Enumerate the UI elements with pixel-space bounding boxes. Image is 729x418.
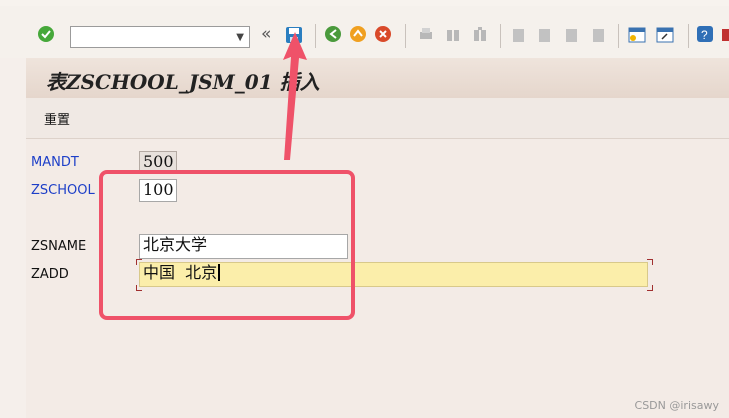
shortcut-icon[interactable]: [656, 26, 674, 44]
separator: [688, 24, 689, 48]
separator: [500, 24, 501, 48]
layout-icon[interactable]: [722, 26, 729, 44]
watermark: CSDN @irisawy: [634, 399, 719, 412]
left-margin: [0, 58, 26, 418]
find-next-icon[interactable]: [472, 26, 488, 44]
next-page-icon[interactable]: [563, 26, 579, 44]
field-label-zsname: ZSNAME: [31, 239, 87, 254]
focus-corner-marker: [647, 285, 653, 291]
back-icon[interactable]: [325, 26, 341, 42]
field-label-mandt: MANDT: [31, 155, 79, 170]
cancel-icon[interactable]: [375, 26, 391, 42]
last-page-icon[interactable]: [590, 26, 606, 44]
print-icon[interactable]: [418, 26, 434, 44]
annotation-arrow: [283, 32, 307, 160]
reset-button[interactable]: 重置: [44, 109, 70, 128]
focus-corner-marker: [647, 259, 653, 265]
standard-toolbar: ▼ « ?: [0, 6, 729, 59]
prev-page-icon[interactable]: [536, 26, 552, 44]
check-icon[interactable]: [38, 26, 54, 42]
separator: [405, 24, 406, 48]
field-label-zadd: ZADD: [31, 267, 69, 282]
annotation-highlight-box: [99, 170, 355, 320]
chevron-down-icon[interactable]: ▼: [236, 32, 244, 43]
command-field[interactable]: ▼: [70, 26, 250, 48]
separator: [618, 24, 619, 48]
first-page-icon[interactable]: [510, 26, 526, 44]
exit-icon[interactable]: [350, 26, 366, 42]
field-label-zschool: ZSCHOOL: [31, 183, 95, 198]
new-session-icon[interactable]: [628, 26, 646, 44]
screen-header: 表ZSCHOOL_JSM_01 插入: [26, 58, 729, 99]
svg-text:?: ?: [701, 28, 708, 42]
help-icon[interactable]: ?: [697, 26, 713, 42]
application-toolbar: 重置: [26, 98, 729, 139]
find-icon[interactable]: [445, 26, 461, 44]
